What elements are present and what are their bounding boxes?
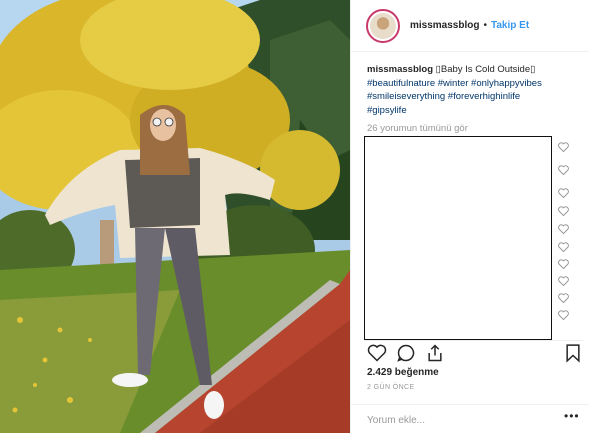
bookmark-icon[interactable]	[563, 343, 583, 363]
comment-like-heart-icon[interactable]	[558, 224, 569, 234]
follow-button[interactable]: Takip Et	[491, 20, 529, 31]
post-photo[interactable]	[0, 0, 350, 433]
comment-like-heart-icon[interactable]	[558, 310, 569, 320]
header-username[interactable]: missmassblog	[410, 20, 479, 31]
post-photo-image	[0, 0, 350, 433]
caption-hashtags-line-1[interactable]: #beautifulnature #winter #onlyhappyvibes	[367, 78, 542, 89]
separator-dot: •	[483, 20, 487, 31]
view-all-comments-link[interactable]: 26 yorumun tümünü gör	[367, 123, 468, 134]
likes-count[interactable]: 2.429 beğenme	[367, 367, 439, 378]
caption-hashtags-line-3[interactable]: #gipsylife	[367, 105, 407, 116]
comment-like-heart-icon[interactable]	[558, 142, 569, 152]
comment-like-heart-icon[interactable]	[558, 276, 569, 286]
comment-input[interactable]	[367, 412, 557, 428]
comment-like-heart-icon[interactable]	[558, 206, 569, 216]
comment-bubble-icon[interactable]	[396, 343, 416, 363]
share-icon[interactable]	[425, 343, 445, 363]
post-actions-bar	[365, 340, 583, 363]
comment-like-heart-icon[interactable]	[558, 293, 569, 303]
post-details-panel: missmassblog • Takip Et missmassblog ▯Ba…	[350, 0, 589, 433]
avatar[interactable]	[366, 8, 400, 43]
embedded-video-frame[interactable]	[364, 136, 552, 340]
post-date: 2 GÜN ÖNCE	[367, 384, 415, 391]
comment-like-heart-icon[interactable]	[558, 242, 569, 252]
caption-hashtags-line-2[interactable]: #smileiseverything #foreverhighinlife	[367, 91, 520, 102]
add-comment-bar: •••	[351, 404, 589, 433]
comment-like-heart-icon[interactable]	[558, 188, 569, 198]
comment-like-heart-icon[interactable]	[558, 259, 569, 269]
post-header: missmassblog • Takip Et	[351, 0, 589, 52]
like-heart-icon[interactable]	[367, 343, 387, 363]
more-options-icon[interactable]: •••	[564, 409, 580, 423]
caption-username[interactable]: missmassblog	[367, 64, 433, 75]
caption-text: ▯Baby Is Cold Outside▯	[433, 64, 536, 75]
post-caption: missmassblog ▯Baby Is Cold Outside▯ #bea…	[367, 63, 582, 117]
comment-like-heart-icon[interactable]	[558, 165, 569, 175]
